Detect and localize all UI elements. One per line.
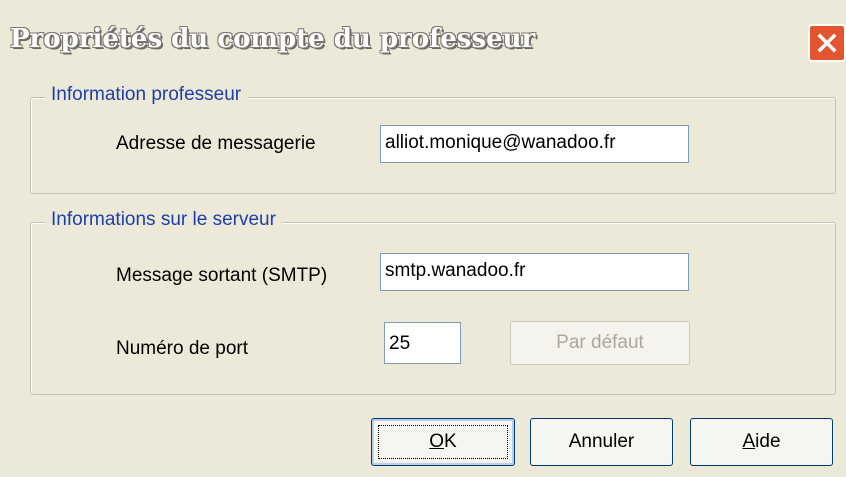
- help-button[interactable]: Aide: [690, 418, 833, 466]
- port-field[interactable]: 25: [384, 322, 461, 364]
- help-button-label: Aide: [742, 431, 780, 453]
- server-info-group: Informations sur le serveur: [30, 209, 836, 395]
- ok-button[interactable]: OK: [371, 418, 515, 466]
- close-icon: [816, 32, 838, 54]
- close-button[interactable]: [808, 24, 846, 62]
- server-info-legend: Informations sur le serveur: [45, 209, 282, 231]
- help-label-rest: ide: [755, 431, 781, 452]
- title-bar[interactable]: Propriétés du compte du professeur: [0, 0, 846, 82]
- help-mnemonic: A: [742, 431, 756, 452]
- email-label: Adresse de messagerie: [116, 133, 316, 154]
- cancel-button[interactable]: Annuler: [530, 418, 673, 466]
- port-label: Numéro de port: [116, 338, 249, 359]
- focus-rectangle: [378, 425, 508, 459]
- default-port-button[interactable]: Par défaut: [510, 321, 690, 365]
- window-title: Propriétés du compte du professeur: [10, 24, 536, 54]
- professor-info-legend: Information professeur: [45, 84, 248, 106]
- smtp-label: Message sortant (SMTP): [116, 265, 328, 286]
- smtp-field[interactable]: smtp.wanadoo.fr: [380, 253, 689, 291]
- email-field[interactable]: alliot.monique@wanadoo.fr: [380, 125, 689, 163]
- account-properties-dialog: Propriétés du compte du professeur Infor…: [0, 0, 846, 477]
